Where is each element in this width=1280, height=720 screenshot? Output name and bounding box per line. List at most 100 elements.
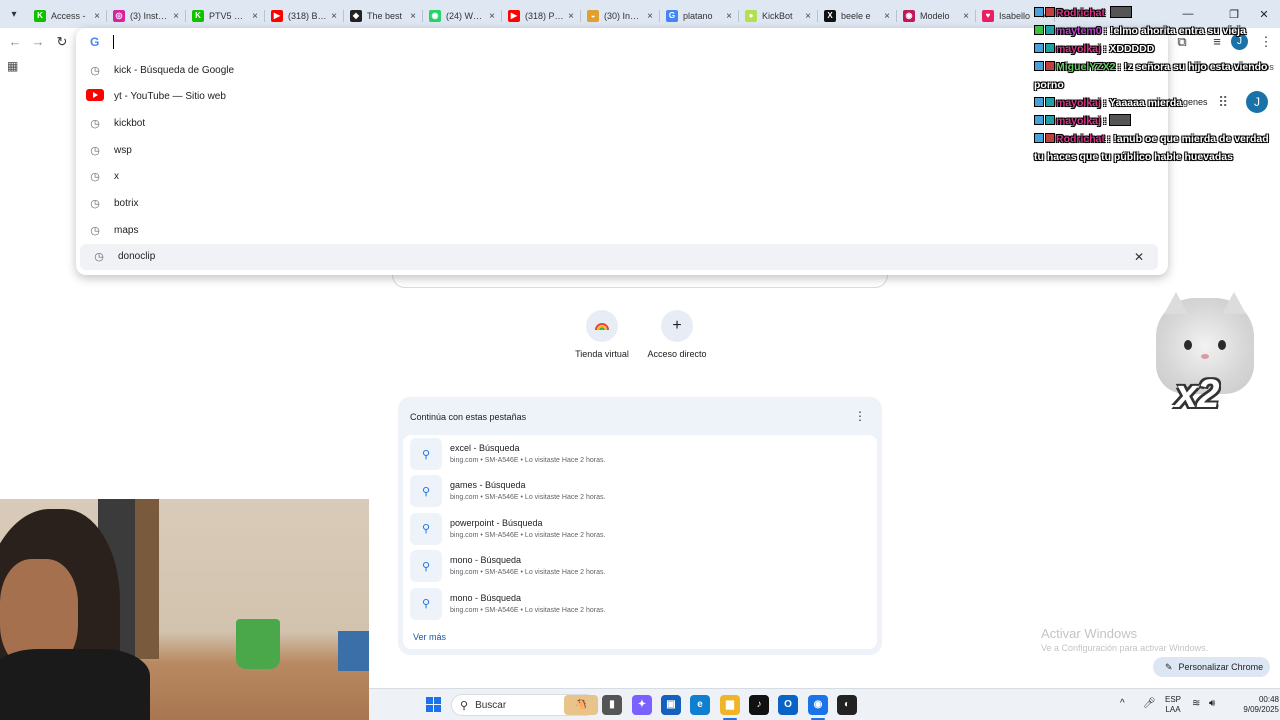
- tab-title: beele e: [841, 11, 871, 21]
- apps-shortcut[interactable]: ▦: [7, 59, 18, 73]
- browser-tab[interactable]: ◒ (30) Inbox ×: [581, 4, 660, 28]
- omnibox-suggestion[interactable]: ◷ kick - Búsqueda de Google: [76, 57, 1156, 83]
- store-button[interactable]: ▣: [661, 695, 681, 715]
- taskbar-app-chrome[interactable]: ◉: [808, 695, 828, 715]
- browser-tab[interactable]: ◎ (3) Instagram×: [107, 4, 186, 28]
- stream-chat-overlay: Rodrichat maytem0: !elmo ahorita entra s…: [1034, 4, 1280, 166]
- continue-tab-item[interactable]: ⚲ mono - Búsqueda bing.com • SM-A546E • Lo…: [408, 585, 872, 621]
- address-bar[interactable]: G: [76, 28, 1168, 56]
- omnibox-suggestion[interactable]: ◷ botrix: [76, 191, 1156, 217]
- copilot-button[interactable]: ✦: [632, 695, 652, 715]
- taskbar-app-outlook[interactable]: O: [778, 695, 798, 715]
- browser-tab[interactable]: ▶ (318) PERU×: [502, 4, 581, 28]
- chat-username: maytem0: [1056, 25, 1102, 37]
- browser-tab[interactable]: ◆ The best ×: [344, 4, 423, 28]
- history-icon: ◷: [90, 144, 100, 157]
- continue-tab-item[interactable]: ⚲ powerpoint - Búsqueda bing.com • SM-A546…: [408, 510, 872, 546]
- browser-tab[interactable]: ▶ (318) BLACK×: [265, 4, 344, 28]
- history-icon: ◷: [90, 171, 100, 184]
- continue-tab-item[interactable]: ⚲ games - Búsqueda bing.com • SM-A546E • L…: [408, 472, 872, 508]
- continue-tab-item[interactable]: ⚲ mono - Búsqueda bing.com • SM-A546E • Lo…: [408, 547, 872, 583]
- webcam-basket: [236, 619, 280, 669]
- browser-tab[interactable]: Xbeele e ×: [818, 4, 897, 28]
- tab-close-icon[interactable]: ×: [802, 11, 814, 22]
- language-indicator[interactable]: ESP LAA: [1165, 695, 1181, 715]
- chat-username: mayolkaj: [1056, 43, 1101, 55]
- continue-tab-item[interactable]: ⚲ excel - Búsqueda bing.com • SM-A546E • L…: [408, 435, 872, 471]
- emote-icon: [1109, 114, 1132, 126]
- taskbar-app-file-explorer[interactable]: ▆: [720, 695, 740, 715]
- tab-close-icon[interactable]: ×: [881, 11, 893, 22]
- tab-search-button[interactable]: ▾: [3, 3, 25, 25]
- wifi-button[interactable]: ≋: [1192, 698, 1200, 709]
- card-menu-button[interactable]: ⋮: [854, 409, 866, 423]
- tab-close-icon[interactable]: ×: [249, 11, 261, 22]
- omnibox-suggestion[interactable]: ◷ wsp: [76, 137, 1156, 163]
- chat-username: MiguelYZX2: [1056, 61, 1116, 73]
- tab-close-icon[interactable]: ×: [644, 11, 656, 22]
- webcam-chair: [338, 631, 369, 671]
- tab-close-icon[interactable]: ×: [486, 11, 498, 22]
- tiktok-icon: ♪: [756, 699, 762, 710]
- chat-message: Rodrichat: !anub oe que mierda de verdad…: [1034, 130, 1280, 166]
- arrow-left-icon: ←: [8, 34, 22, 49]
- clock[interactable]: 00:48 9/09/2025: [1233, 695, 1279, 715]
- back-button[interactable]: ←: [5, 32, 25, 52]
- browser-tab[interactable]: ◉ Modelo ×: [897, 4, 976, 28]
- tab-close-icon[interactable]: ×: [328, 11, 340, 22]
- taskbar-app-tiktok[interactable]: ♪: [749, 695, 769, 715]
- tab-close-icon[interactable]: ×: [170, 11, 182, 22]
- chat-text: :: [1102, 115, 1107, 127]
- omnibox-suggestion[interactable]: ◷ maps: [76, 217, 1156, 243]
- browser-tab[interactable]: ● KickBot ×: [739, 4, 818, 28]
- arrow-right-icon: →: [31, 34, 45, 49]
- customize-chrome-button[interactable]: ✎ Personalizar Chrome: [1153, 657, 1270, 677]
- omnibox-suggestion[interactable]: ◷ kickbot: [76, 110, 1156, 136]
- omnibox-suggestion[interactable]: yt - YouTube — Sitio web: [76, 84, 1156, 110]
- tab-close-icon[interactable]: ×: [723, 11, 735, 22]
- reload-button[interactable]: ↻: [52, 32, 72, 52]
- task-view-button[interactable]: ▮: [602, 695, 622, 715]
- see-more-link[interactable]: Ver más: [413, 632, 446, 642]
- cat-ear: [1164, 292, 1188, 314]
- browser-tab[interactable]: K PTV5 Stream×: [186, 4, 265, 28]
- tab-close-icon[interactable]: ×: [91, 11, 103, 22]
- omnibox-suggestion[interactable]: ◷ donoclip ✕: [80, 243, 1158, 270]
- microphone-button[interactable]: 🎤︎: [1143, 698, 1156, 709]
- search-icon: ⚲: [410, 587, 442, 620]
- emote-icon: [1109, 6, 1132, 18]
- remove-suggestion-icon[interactable]: ✕: [1134, 250, 1144, 264]
- taskbar-app-obs[interactable]: ◐: [837, 695, 857, 715]
- tab-favicon: ◆: [350, 10, 362, 22]
- chat-badge-icon: [1034, 43, 1044, 53]
- browser-tab[interactable]: Gplatano ×: [660, 4, 739, 28]
- suggestion-text: kickbot: [114, 117, 146, 129]
- volume-button[interactable]: 🔊︎: [1209, 698, 1215, 709]
- edge-button[interactable]: e: [690, 695, 710, 715]
- omnibox-suggestion[interactable]: ◷ x: [76, 164, 1156, 190]
- tab-title: (318) PERU: [525, 11, 565, 21]
- cat-eye: [1218, 340, 1226, 350]
- chat-badge-icon: [1045, 61, 1055, 71]
- tab-close-icon[interactable]: ×: [960, 11, 972, 22]
- shortcut-acceso-directo[interactable]: + Acceso directo: [632, 310, 722, 359]
- forward-button[interactable]: →: [28, 32, 48, 52]
- multiplier-label: x2: [1175, 372, 1220, 416]
- chat-badge-icon: [1034, 7, 1044, 17]
- grid-icon: ▦: [7, 59, 19, 73]
- tab-close-icon[interactable]: ×: [407, 11, 419, 22]
- search-icon: ⚲: [410, 475, 442, 508]
- start-button[interactable]: [426, 697, 441, 712]
- history-icon: ◷: [90, 64, 100, 77]
- kebab-menu-icon: ⋮: [854, 409, 866, 423]
- shortcut-label: Acceso directo: [647, 349, 707, 359]
- item-title: excel - Búsqueda: [450, 443, 520, 453]
- chat-username: Rodrichat: [1056, 133, 1106, 145]
- tab-close-icon[interactable]: ×: [565, 11, 577, 22]
- file-explorer-icon: ▆: [726, 699, 734, 710]
- browser-tab[interactable]: ◉ (24) WhatsApp×: [423, 4, 502, 28]
- tray-overflow-button[interactable]: ^: [1120, 698, 1125, 709]
- activate-windows-title: Activar Windows: [1041, 626, 1138, 641]
- chat-message: MiguelYZX2: !z señora su hijo esta viend…: [1034, 58, 1280, 94]
- browser-tab[interactable]: K Access - ×: [28, 4, 107, 28]
